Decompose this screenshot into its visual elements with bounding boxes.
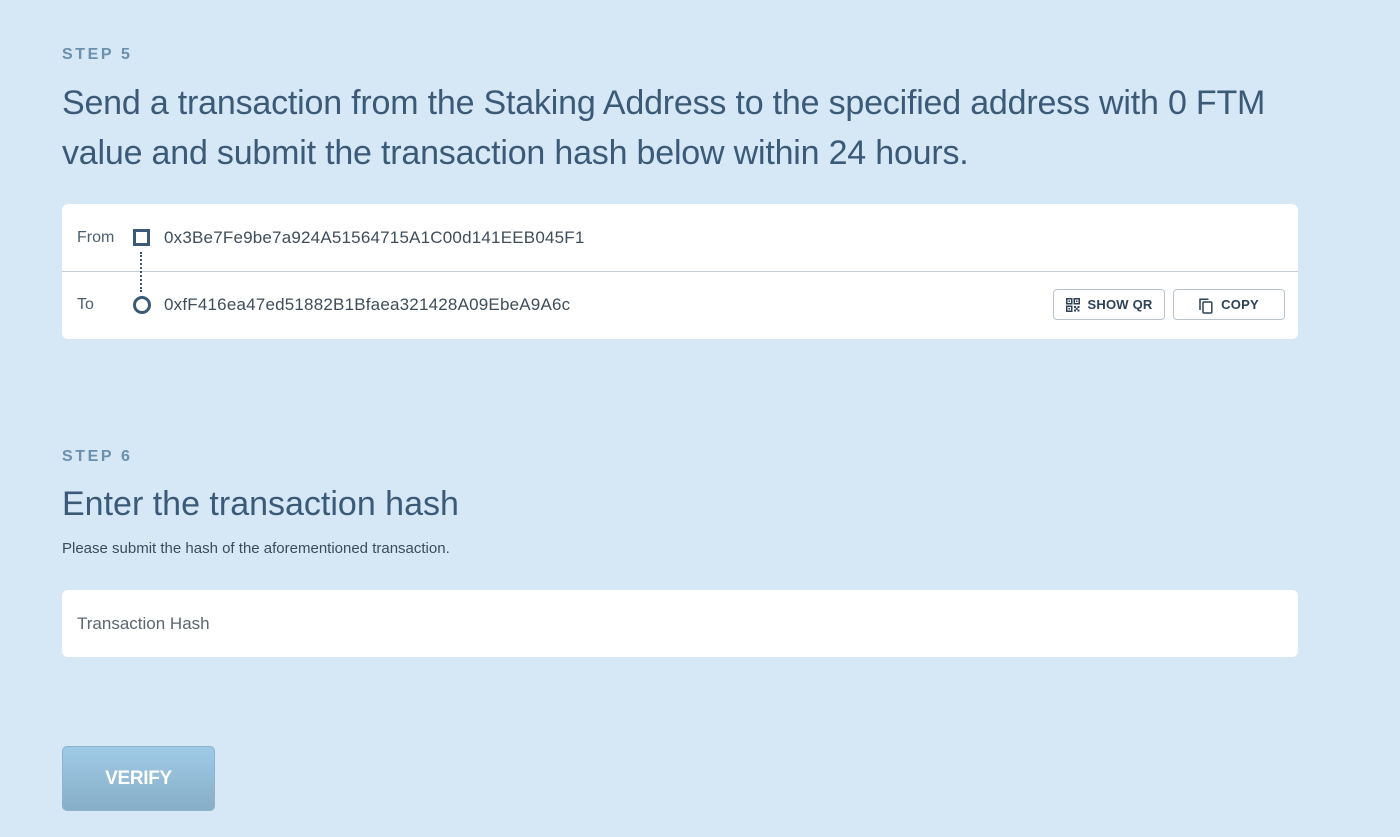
copy-label: COPY bbox=[1221, 297, 1259, 312]
step-6-title: Enter the transaction hash bbox=[62, 485, 459, 523]
square-node-icon bbox=[133, 229, 150, 246]
to-row: To 0xfF416ea47ed51882B1Bfaea321428A09Ebe… bbox=[62, 271, 1298, 339]
circle-node-icon bbox=[133, 296, 151, 314]
from-address[interactable]: 0x3Be7Fe9be7a924A51564715A1C00d141EEB045… bbox=[164, 228, 585, 248]
step-6-description: Please submit the hash of the aforementi… bbox=[62, 540, 450, 557]
step-6-label: STEP 6 bbox=[62, 448, 133, 465]
copy-button[interactable]: COPY bbox=[1173, 289, 1285, 320]
step-5-label: STEP 5 bbox=[62, 46, 133, 63]
to-label: To bbox=[77, 296, 94, 313]
verify-button[interactable]: VERIFY bbox=[62, 746, 215, 811]
from-label: From bbox=[77, 228, 115, 246]
copy-icon bbox=[1199, 297, 1213, 314]
to-address[interactable]: 0xfF416ea47ed51882B1Bfaea321428A09EbeA9A… bbox=[164, 295, 570, 315]
address-card: From 0x3Be7Fe9be7a924A51564715A1C00d141E… bbox=[62, 204, 1298, 339]
step-5-title: Send a transaction from the Staking Addr… bbox=[62, 84, 1266, 172]
show-qr-label: SHOW QR bbox=[1087, 297, 1153, 312]
qr-code-icon bbox=[1065, 297, 1080, 312]
from-row: From 0x3Be7Fe9be7a924A51564715A1C00d141E… bbox=[62, 204, 1298, 292]
transaction-hash-input[interactable] bbox=[62, 590, 1298, 657]
show-qr-button[interactable]: SHOW QR bbox=[1053, 289, 1165, 320]
